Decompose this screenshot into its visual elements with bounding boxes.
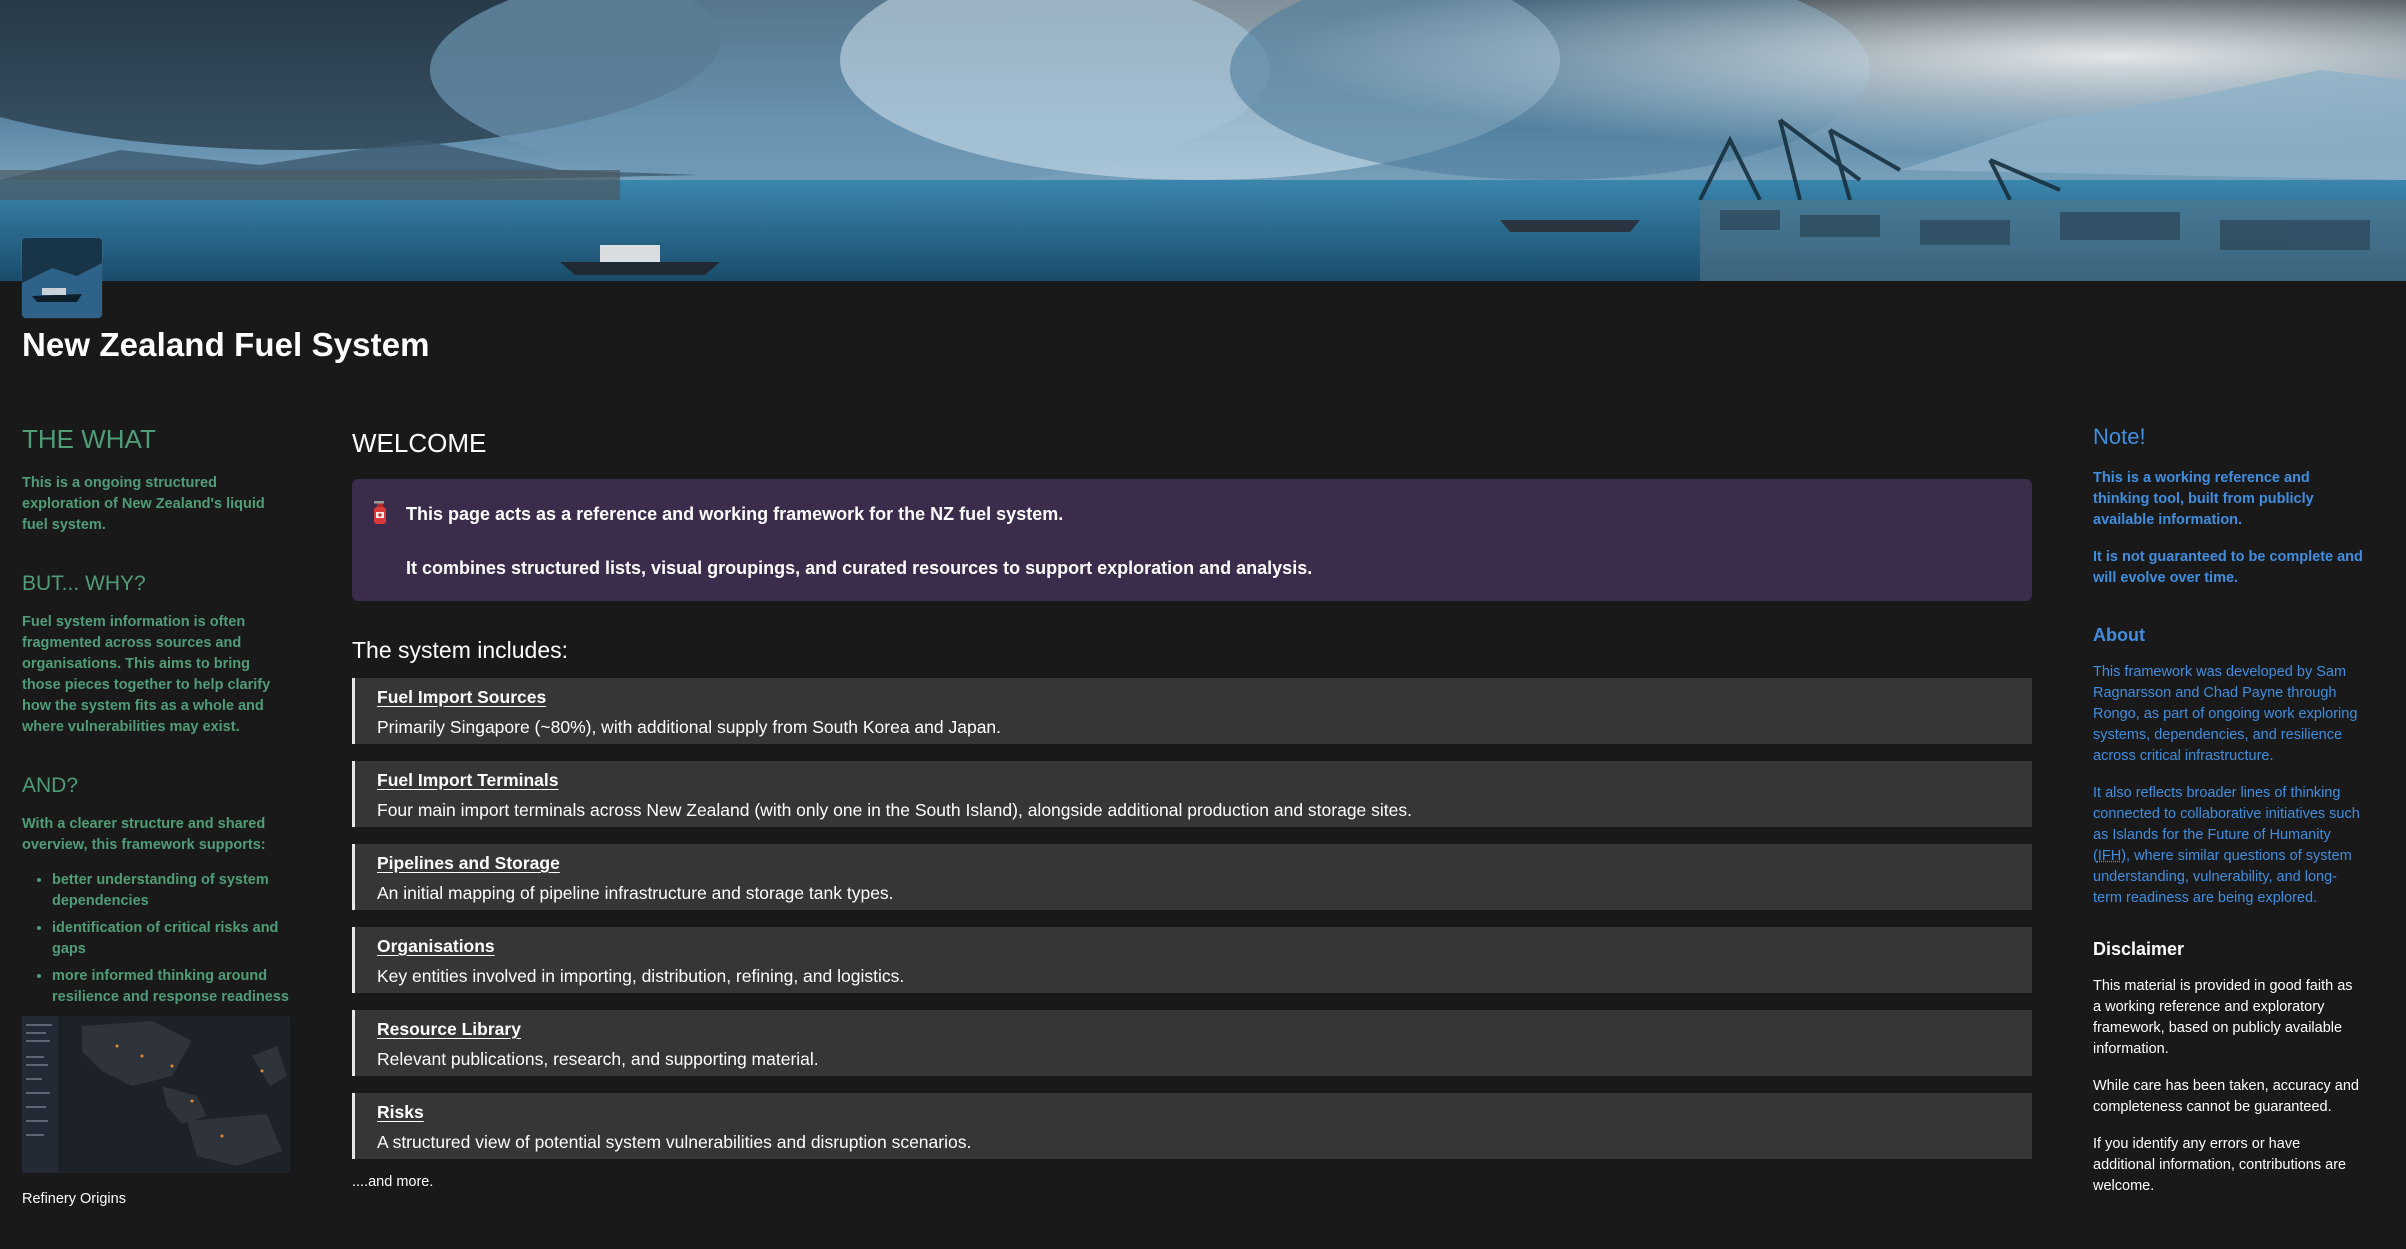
and-text: With a clearer structure and shared over… bbox=[22, 816, 266, 853]
list-item: better understanding of system dependenc… bbox=[52, 870, 292, 912]
why-heading: BUT... WHY? bbox=[22, 572, 146, 595]
item-link[interactable]: Pipelines and Storage bbox=[377, 853, 560, 874]
intro-callout: This page acts as a reference and workin… bbox=[352, 479, 2032, 601]
about-paragraph-1: This framework was developed by Sam Ragn… bbox=[2093, 664, 2358, 764]
and-heading: AND? bbox=[22, 774, 79, 797]
item-link[interactable]: Fuel Import Terminals bbox=[377, 770, 559, 791]
item-description: Four main import terminals across New Ze… bbox=[377, 800, 1412, 820]
page-icon[interactable] bbox=[22, 238, 102, 318]
note-heading: Note! bbox=[2093, 424, 2146, 449]
welcome-heading: WELCOME bbox=[352, 428, 487, 458]
item-description: Primarily Singapore (~80%), with additio… bbox=[377, 717, 1002, 737]
and-more-text: ....and more. bbox=[352, 1174, 434, 1190]
item-card-fuel-import-terminals: Fuel Import Terminals Four main import t… bbox=[352, 761, 2032, 827]
list-item: more informed thinking around resilience… bbox=[52, 966, 292, 1008]
disclaimer-paragraph-2: While care has been taken, accuracy and … bbox=[2093, 1078, 2359, 1115]
item-description: A structured view of potential system vu… bbox=[377, 1132, 972, 1152]
map-caption: Refinery Origins bbox=[22, 1191, 126, 1207]
what-text: This is a ongoing structured exploration… bbox=[22, 475, 265, 533]
item-description: Relevant publications, research, and sup… bbox=[377, 1049, 819, 1069]
page-title: New Zealand Fuel System bbox=[22, 326, 430, 363]
item-card-fuel-import-sources: Fuel Import Sources Primarily Singapore … bbox=[352, 678, 2032, 744]
left-column: THE WHAT This is a ongoing structured ex… bbox=[22, 424, 292, 1207]
about-heading: About bbox=[2093, 625, 2145, 645]
item-link[interactable]: Fuel Import Sources bbox=[377, 687, 546, 708]
disclaimer-heading: Disclaimer bbox=[2093, 939, 2185, 959]
disclaimer-paragraph-3: If you identify any errors or have addit… bbox=[2093, 1136, 2347, 1194]
includes-heading: The system includes: bbox=[352, 637, 569, 663]
refinery-map-image[interactable] bbox=[22, 1016, 290, 1173]
note-paragraph-1: This is a working reference and thinking… bbox=[2093, 470, 2314, 528]
why-text: Fuel system information is often fragmen… bbox=[22, 614, 271, 735]
right-column: Note! This is a working reference and th… bbox=[2093, 424, 2363, 1197]
item-description: Key entities involved in importing, dist… bbox=[377, 966, 905, 986]
item-card-organisations: Organisations Key entities involved in i… bbox=[352, 927, 2032, 993]
list-item: identification of critical risks and gap… bbox=[52, 918, 292, 960]
item-description: An initial mapping of pipeline infrastru… bbox=[377, 883, 894, 903]
callout-line-2: It combines structured lists, visual gro… bbox=[406, 558, 1313, 578]
about-paragraph-2: It also reflects broader lines of thinki… bbox=[2093, 783, 2363, 909]
cover-image bbox=[0, 0, 2406, 281]
support-list: better understanding of system dependenc… bbox=[22, 870, 292, 1008]
callout-line-1: This page acts as a reference and workin… bbox=[406, 504, 1064, 524]
item-link[interactable]: Organisations bbox=[377, 936, 495, 957]
about-text-after: ), where similar questions of system und… bbox=[2093, 848, 2352, 906]
item-card-resource-library: Resource Library Relevant publications, … bbox=[352, 1010, 2032, 1076]
item-link[interactable]: Risks bbox=[377, 1102, 424, 1123]
fire-extinguisher-icon[interactable] bbox=[370, 501, 392, 527]
item-card-risks: Risks A structured view of potential sys… bbox=[352, 1093, 2032, 1159]
note-paragraph-2: It is not guaranteed to be complete and … bbox=[2093, 549, 2363, 586]
item-link[interactable]: Resource Library bbox=[377, 1019, 521, 1040]
ifh-link[interactable]: IFH bbox=[2098, 848, 2121, 864]
what-heading: THE WHAT bbox=[22, 424, 156, 454]
item-card-pipelines-and-storage: Pipelines and Storage An initial mapping… bbox=[352, 844, 2032, 910]
disclaimer-paragraph-1: This material is provided in good faith … bbox=[2093, 978, 2353, 1057]
main-column: WELCOME This page acts as a reference an… bbox=[352, 428, 2032, 1190]
